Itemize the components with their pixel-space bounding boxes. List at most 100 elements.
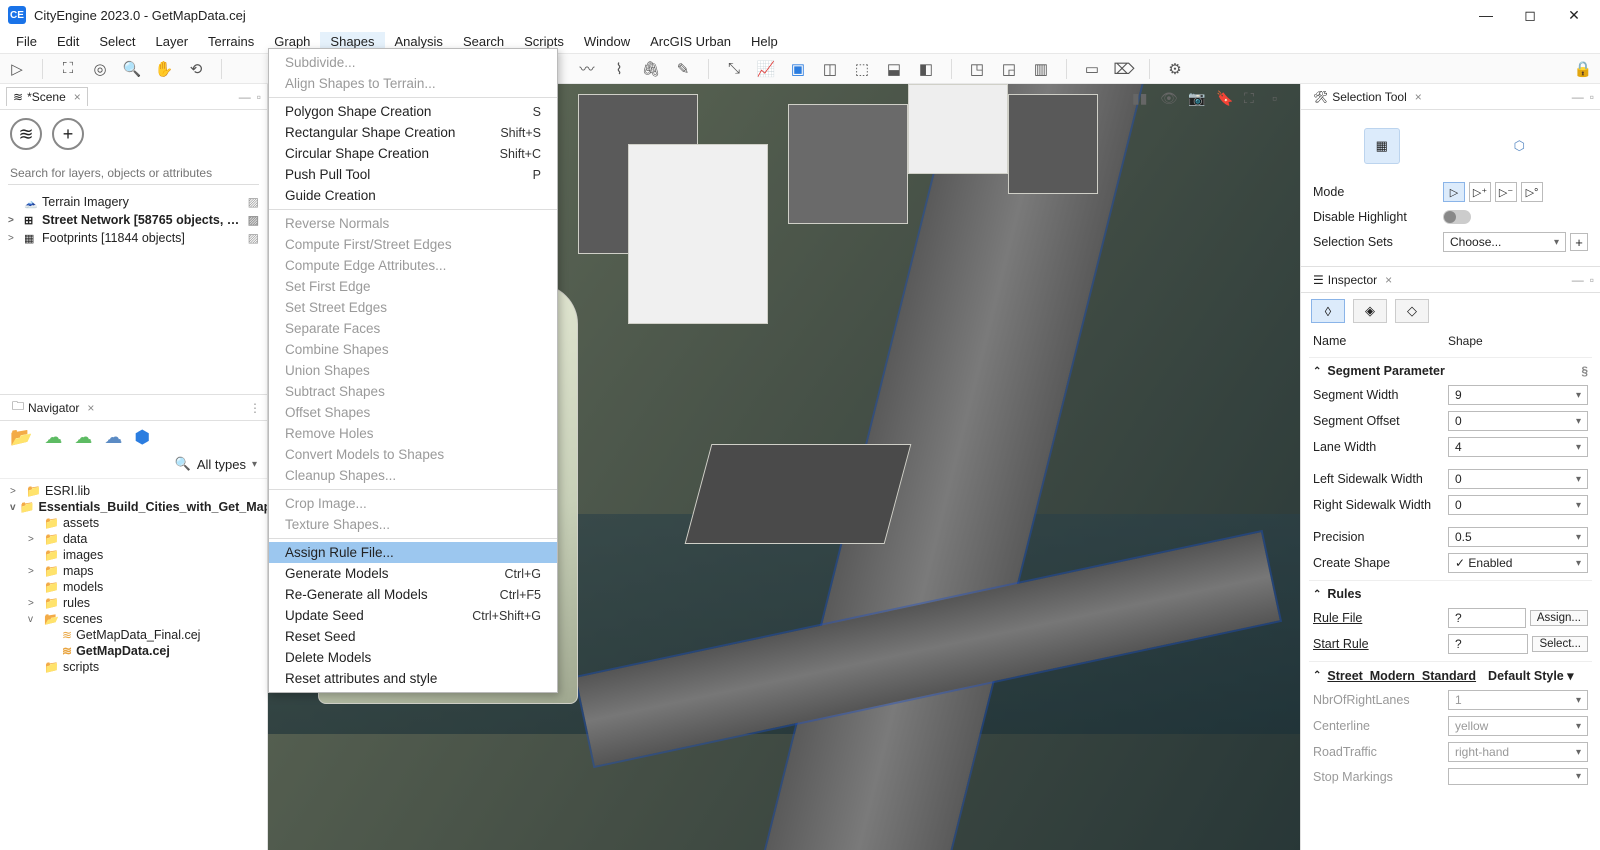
zoom-icon[interactable]: 🔍 <box>121 58 143 80</box>
cube-icon[interactable]: ▣ <box>787 58 809 80</box>
selection-sets-dropdown[interactable]: Choose... ▾ <box>1443 232 1566 252</box>
settings-icon[interactable]: ▫ <box>1272 90 1290 108</box>
selection-tool-tab[interactable]: 🛠 Selection Tool × <box>1307 88 1428 106</box>
mode-add-icon[interactable]: ▷⁺ <box>1469 182 1491 202</box>
menu-item-delete-models[interactable]: Delete Models <box>269 647 557 668</box>
name-value[interactable]: Shape <box>1448 332 1588 350</box>
pencil-icon[interactable]: ▭ <box>1081 58 1103 80</box>
value-field[interactable]: 0.5▾ <box>1448 527 1588 547</box>
navigator-row[interactable]: 📁models <box>4 579 263 595</box>
tool-icon[interactable]: ⬚ <box>851 58 873 80</box>
portal-icon[interactable]: ⬢ <box>134 427 150 448</box>
close-icon[interactable]: × <box>1415 90 1422 104</box>
panel-menu-icon[interactable]: ▫ <box>1590 273 1594 287</box>
menu-terrains[interactable]: Terrains <box>198 32 264 51</box>
navigator-row[interactable]: >📁maps <box>4 563 263 579</box>
solid3-icon[interactable]: ▥ <box>1030 58 1052 80</box>
navigator-row[interactable]: >📁rules <box>4 595 263 611</box>
navigator-row[interactable]: 📁assets <box>4 515 263 531</box>
curve-icon[interactable]: 〰 <box>576 58 598 80</box>
value-field[interactable]: 0▾ <box>1448 495 1588 515</box>
open-folder-icon[interactable]: 📂 <box>10 427 32 448</box>
cloud-user-icon[interactable]: ☁ <box>44 427 62 448</box>
chevron-down-icon[interactable]: ▾ <box>252 459 257 470</box>
mode-intersect-icon[interactable]: ▷° <box>1521 182 1543 202</box>
close-icon[interactable]: × <box>74 90 81 104</box>
bookmark-icon[interactable]: 🔖 <box>1216 90 1234 108</box>
solid-icon[interactable]: ◳ <box>966 58 988 80</box>
panel-menu-icon[interactable]: ⋮ <box>249 401 261 415</box>
panel-menu-icon[interactable]: ▫ <box>1590 90 1594 104</box>
scene-layer-row[interactable]: 🗻Terrain Imagery▨ <box>0 193 267 211</box>
inspector-tab[interactable]: ☰ Inspector × <box>1307 271 1398 289</box>
frame-icon[interactable]: ⛶ <box>57 58 79 80</box>
style-section[interactable]: ⌃ Street_Modern_Standard Default Style ▾ <box>1309 661 1592 687</box>
value-field[interactable]: 4▾ <box>1448 437 1588 457</box>
close-icon[interactable]: × <box>1385 273 1392 287</box>
minimize-panel-icon[interactable]: — <box>239 90 251 104</box>
assign-button[interactable]: Assign... <box>1530 610 1588 626</box>
navigator-row[interactable]: 📁images <box>4 547 263 563</box>
style-dropdown[interactable]: Default Style ▾ <box>1488 668 1588 683</box>
menu-select[interactable]: Select <box>89 32 145 51</box>
view-icon[interactable]: ▮▮ <box>1132 90 1150 108</box>
minimize-panel-icon[interactable]: — <box>1572 273 1584 287</box>
select-tool-icon[interactable]: ▷ <box>6 58 28 80</box>
menu-help[interactable]: Help <box>741 32 788 51</box>
minimize-panel-icon[interactable]: — <box>1572 90 1584 104</box>
menu-item-push-pull-tool[interactable]: Push Pull ToolP <box>269 164 557 185</box>
panel-menu-icon[interactable]: ▫ <box>257 90 261 104</box>
scene-tab[interactable]: ≋ *Scene × <box>6 87 88 106</box>
menu-item-guide-creation[interactable]: Guide Creation <box>269 185 557 206</box>
shape-mode-tab[interactable]: ◊ <box>1311 299 1345 323</box>
mode-replace-icon[interactable]: ▷ <box>1443 182 1465 202</box>
menu-item-generate-models[interactable]: Generate ModelsCtrl+G <box>269 563 557 584</box>
mode-subtract-icon[interactable]: ▷⁻ <box>1495 182 1517 202</box>
scene-search-input[interactable] <box>8 162 259 185</box>
value-field[interactable]: ? <box>1448 608 1526 628</box>
value-field[interactable]: right-hand▾ <box>1448 742 1588 762</box>
add-layer-button[interactable]: + <box>52 118 84 150</box>
navigator-row[interactable]: >📁ESRI.lib <box>4 483 263 499</box>
navigator-row[interactable]: ≋GetMapData.cej <box>4 643 263 659</box>
layers-button[interactable]: ≋ <box>10 118 42 150</box>
menu-file[interactable]: File <box>6 32 47 51</box>
edit-icon[interactable]: ✎ <box>672 58 694 80</box>
maximize-button[interactable]: ◻ <box>1520 5 1540 25</box>
cloud-icon[interactable]: ☁ <box>104 427 122 448</box>
link-icon[interactable]: § <box>1581 364 1588 378</box>
navigator-row[interactable]: v📁Essentials_Build_Cities_with_Get_Map_D… <box>4 499 263 515</box>
value-field[interactable]: ▾ <box>1448 768 1588 785</box>
tool2-icon[interactable]: ⬓ <box>883 58 905 80</box>
segment-parameter-section[interactable]: ⌃ Segment Parameter § <box>1309 357 1592 382</box>
menu-window[interactable]: Window <box>574 32 640 51</box>
menu-item-assign-rule-file-[interactable]: Assign Rule File... <box>269 542 557 563</box>
object-mode-tab[interactable]: ◈ <box>1353 299 1387 323</box>
minimize-button[interactable]: — <box>1476 5 1496 25</box>
expand-icon[interactable]: ⛶ <box>1244 90 1262 108</box>
menu-item-re-generate-all-models[interactable]: Re-Generate all ModelsCtrl+F5 <box>269 584 557 605</box>
filter-label[interactable]: All types <box>197 457 246 472</box>
value-field[interactable]: ? <box>1448 634 1528 654</box>
menu-item-rectangular-shape-creation[interactable]: Rectangular Shape CreationShift+S <box>269 122 557 143</box>
menu-item-polygon-shape-creation[interactable]: Polygon Shape CreationS <box>269 101 557 122</box>
search-icon[interactable]: 🔍 <box>175 456 191 472</box>
box-select-icon[interactable]: ▦ <box>1364 128 1400 164</box>
graph-icon[interactable]: 📈 <box>755 58 777 80</box>
navigator-tab[interactable]: 🗀 Navigator × <box>6 395 100 420</box>
add-selection-set-button[interactable]: + <box>1570 233 1588 251</box>
close-button[interactable]: ✕ <box>1564 5 1584 25</box>
navigator-row[interactable]: >📁data <box>4 531 263 547</box>
menu-item-update-seed[interactable]: Update SeedCtrl+Shift+G <box>269 605 557 626</box>
transform-icon[interactable]: ⤡ <box>723 58 745 80</box>
solid2-icon[interactable]: ◲ <box>998 58 1020 80</box>
gear-icon[interactable]: ⚙ <box>1164 58 1186 80</box>
cloud-share-icon[interactable]: ☁ <box>74 427 92 448</box>
menu-item-reset-attributes-and-style[interactable]: Reset attributes and style <box>269 668 557 689</box>
close-icon[interactable]: × <box>87 401 94 415</box>
lasso-select-icon[interactable]: ⬡ <box>1501 128 1537 164</box>
polyline-icon[interactable]: ⌇ <box>608 58 630 80</box>
value-field[interactable]: 9▾ <box>1448 385 1588 405</box>
attach-icon[interactable]: 🖇 <box>640 58 662 80</box>
menu-item-circular-shape-creation[interactable]: Circular Shape CreationShift+C <box>269 143 557 164</box>
